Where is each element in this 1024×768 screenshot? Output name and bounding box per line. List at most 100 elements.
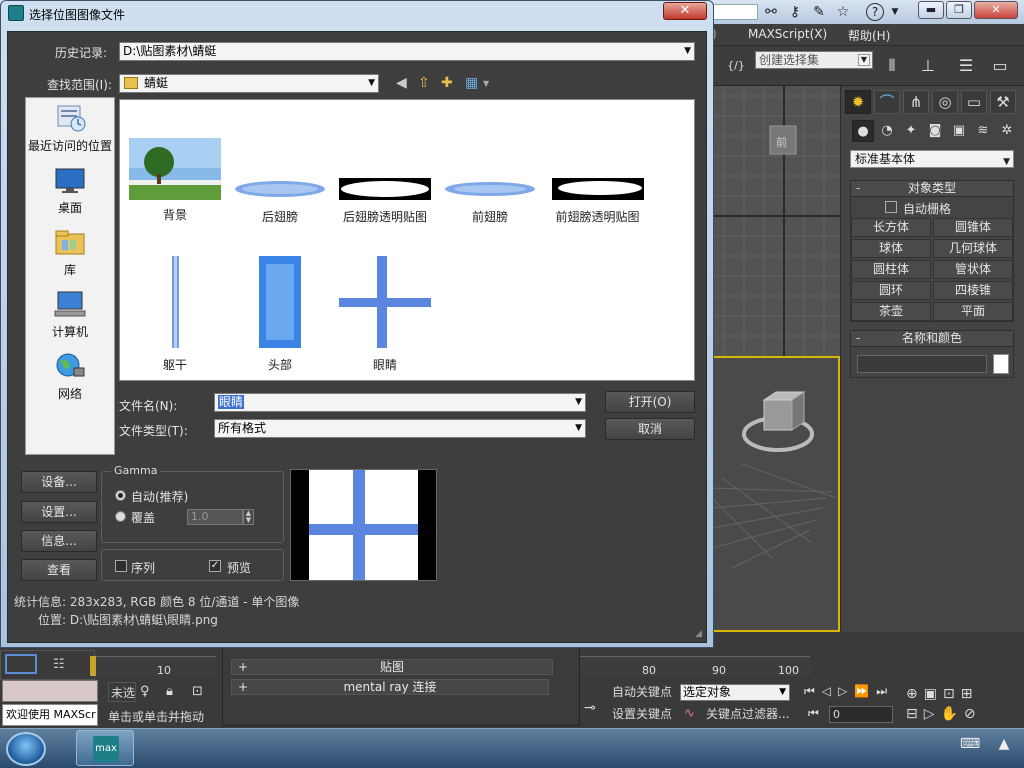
cancel-button[interactable]: 取消 xyxy=(605,418,695,440)
file-item-body[interactable]: 躯干 xyxy=(120,256,230,373)
gamma-override-radio[interactable] xyxy=(115,511,126,522)
binoculars-icon[interactable]: ⚯ xyxy=(762,3,780,21)
named-selection-dropdown[interactable]: 创建选择集 ▼ xyxy=(755,51,873,69)
cameras-icon[interactable]: ◙ xyxy=(924,120,946,142)
pyramid-button[interactable]: 四棱锥 xyxy=(933,281,1013,300)
history-dropdown[interactable]: D:\贴图素材\蜻蜓 ▼ xyxy=(119,42,695,61)
plane-button[interactable]: 平面 xyxy=(933,302,1013,321)
tube-button[interactable]: 管状体 xyxy=(933,260,1013,279)
filename-combo[interactable]: 眼睛 ▼ xyxy=(214,393,586,412)
look-in-dropdown[interactable]: 蜻蜓 ▼ xyxy=(119,74,379,93)
align-icon[interactable]: ⊥ xyxy=(916,54,940,78)
sphere-button[interactable]: 球体 xyxy=(851,239,931,258)
filetype-dropdown[interactable]: 所有格式 ▼ xyxy=(214,419,586,438)
lightbulb-icon[interactable]: ♀ xyxy=(140,684,150,699)
place-network[interactable]: 网络 xyxy=(26,352,114,402)
gamma-override-field[interactable]: 1.0 xyxy=(187,509,243,525)
maxscript-welcome[interactable]: 欢迎使用 MAXScr xyxy=(2,704,98,726)
create-tab-icon[interactable]: ✹ xyxy=(845,90,871,114)
devices-button[interactable]: 设备... xyxy=(21,471,97,493)
mental-ray-rollout[interactable]: + mental ray 连接 xyxy=(231,679,549,695)
place-desktop[interactable]: 桌面 xyxy=(26,166,114,216)
file-item-front-wing[interactable]: 前翅膀 xyxy=(435,178,545,225)
cone-button[interactable]: 圆锥体 xyxy=(933,218,1013,237)
auto-key-button[interactable]: 自动关键点 xyxy=(612,682,672,702)
teapot-button[interactable]: 茶壶 xyxy=(851,302,931,321)
chevron-down-icon[interactable]: ▼ xyxy=(483,79,489,88)
key-icon[interactable]: ⚷ xyxy=(786,3,804,21)
taskbar-3dsmax-button[interactable]: max xyxy=(76,730,134,766)
cylinder-button[interactable]: 圆柱体 xyxy=(851,260,931,279)
app-restore-button[interactable]: ❐ xyxy=(946,1,972,19)
name-color-header[interactable]: - 名称和颜色 xyxy=(851,331,1013,347)
help-dropdown-icon[interactable]: ▼ xyxy=(886,3,904,21)
key-filters-button[interactable]: 关键点过滤器... xyxy=(706,704,789,724)
time-config-icon[interactable]: ⏮ xyxy=(808,706,819,721)
view-button[interactable]: 查看 xyxy=(21,559,97,581)
gamma-auto-radio[interactable] xyxy=(115,490,126,501)
back-icon[interactable]: ◀ xyxy=(396,75,407,91)
file-item-eye[interactable]: 眼睛 xyxy=(330,256,440,373)
torus-button[interactable]: 圆环 xyxy=(851,281,931,300)
edit-named-selection-icon[interactable]: {/} xyxy=(724,54,748,78)
info-button[interactable]: 信息... xyxy=(21,530,97,552)
time-slider-handle[interactable] xyxy=(90,656,96,676)
spacewarps-icon[interactable]: ≋ xyxy=(972,120,994,142)
menu-help[interactable]: 帮助(H) xyxy=(848,27,890,44)
shapes-icon[interactable]: ◔ xyxy=(876,120,898,142)
dialog-close-button[interactable]: ✕ xyxy=(663,2,707,20)
set-key-button[interactable]: 设置关键点 xyxy=(612,704,672,724)
layer-manager-icon[interactable]: ☰ xyxy=(954,54,978,78)
sequence-checkbox[interactable] xyxy=(115,560,127,572)
viewport-layout-tab[interactable]: ☷ xyxy=(0,650,95,680)
place-computer[interactable]: 计算机 xyxy=(26,290,114,340)
start-button[interactable] xyxy=(6,732,46,766)
helpers-icon[interactable]: ▣ xyxy=(948,120,970,142)
lock-icon[interactable]: 🔒︎ xyxy=(166,684,173,699)
file-item-rear-wing[interactable]: 后翅膀 xyxy=(225,178,335,225)
show-hidden-icons-icon[interactable]: ▲ xyxy=(999,736,1010,752)
absolute-mode-icon[interactable]: ⊡ xyxy=(192,684,203,699)
timeline-ruler-right[interactable] xyxy=(580,656,810,676)
file-item-rear-wing-alpha[interactable]: 后翅膀透明贴图 xyxy=(330,178,440,225)
app-close-button[interactable]: ✕ xyxy=(974,1,1018,19)
maxscript-listener-input[interactable] xyxy=(2,680,98,702)
new-folder-icon[interactable]: ✚ xyxy=(441,75,453,91)
file-item-front-wing-alpha[interactable]: 前翅膀透明贴图 xyxy=(540,178,655,225)
motion-tab-icon[interactable]: ◎ xyxy=(932,90,958,114)
lights-icon[interactable]: ✦ xyxy=(900,120,922,142)
mirror-icon[interactable]: ⫴ xyxy=(880,54,904,78)
viewport-navigation-controls[interactable]: ⊕▣⊡⊞ ⊟▷✋⊘ xyxy=(906,684,1022,724)
autogrid-checkbox[interactable] xyxy=(885,201,897,213)
menu-maxscript[interactable]: MAXScript(X) xyxy=(748,27,827,41)
community-icon[interactable]: ✎ xyxy=(810,3,828,21)
file-list[interactable]: 背景 后翅膀 后翅膀透明贴图 前翅膀 前翅膀透明贴图 躯干 头部 眼睛 xyxy=(119,99,695,381)
preview-checkbox[interactable]: ✓ xyxy=(209,560,221,572)
display-tab-icon[interactable]: ▭ xyxy=(961,90,987,114)
key-target-dropdown[interactable]: 选定对象 ▼ xyxy=(680,684,790,701)
utilities-tab-icon[interactable]: ⚒ xyxy=(990,90,1016,114)
object-name-field[interactable] xyxy=(857,355,987,373)
current-frame-field[interactable]: 0 xyxy=(829,706,893,723)
setup-button[interactable]: 设置... xyxy=(21,501,97,523)
box-button[interactable]: 长方体 xyxy=(851,218,931,237)
place-libraries[interactable]: 库 xyxy=(26,228,114,278)
favorite-star-icon[interactable]: ☆ xyxy=(834,3,852,21)
resize-grip-icon[interactable]: ◢ xyxy=(695,629,705,639)
gamma-spinner-arrows[interactable]: ▲ ▼ xyxy=(243,509,254,525)
app-search-field[interactable] xyxy=(710,4,758,20)
object-type-header[interactable]: - 对象类型 xyxy=(851,181,1013,197)
app-minimize-button[interactable]: ▬ xyxy=(918,1,944,19)
object-color-swatch[interactable] xyxy=(993,354,1009,374)
modify-tab-icon[interactable]: ⌒ xyxy=(874,90,900,114)
systems-icon[interactable]: ✲ xyxy=(996,120,1018,142)
primitive-type-dropdown[interactable]: 标准基本体 ▼ xyxy=(850,150,1014,168)
graphite-tools-icon[interactable]: ▭ xyxy=(988,54,1012,78)
viewport-top[interactable]: 前 xyxy=(710,86,840,356)
geosphere-button[interactable]: 几何球体 xyxy=(933,239,1013,258)
place-recent[interactable]: 最近访问的位置 xyxy=(26,104,114,154)
open-button[interactable]: 打开(O) xyxy=(605,391,695,413)
geometry-icon[interactable]: ● xyxy=(852,120,874,142)
hierarchy-tab-icon[interactable]: ⋔ xyxy=(903,90,929,114)
file-item-background[interactable]: 背景 xyxy=(120,138,230,223)
